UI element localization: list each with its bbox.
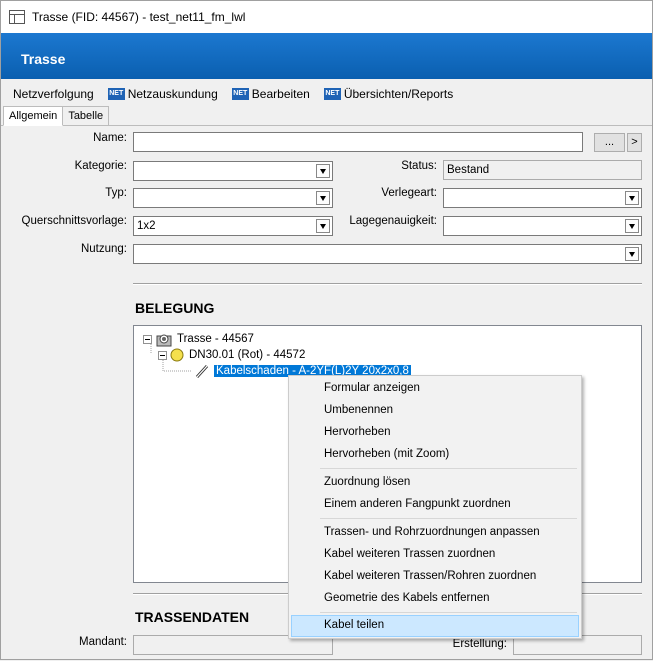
ctx-separator (320, 518, 577, 519)
form-banner: Trasse (1, 33, 652, 79)
context-menu: Formular anzeigen Umbenennen Hervorheben… (288, 375, 582, 639)
typ-select[interactable] (133, 188, 333, 208)
ctx-zuordnungen-anpassen[interactable]: Trassen- und Rohrzuordnungen anpassen (291, 522, 579, 544)
chevron-down-icon[interactable] (625, 191, 639, 205)
collapse-icon[interactable] (158, 350, 167, 360)
ctx-zuordnung-loesen[interactable]: Zuordnung lösen (291, 472, 579, 494)
belegung-title: BELEGUNG (135, 300, 215, 316)
browse-button[interactable]: ... (594, 133, 625, 152)
collapse-icon[interactable] (143, 334, 152, 344)
net-icon: NET (231, 88, 249, 100)
verlegeart-label: Verlegeart: (381, 187, 437, 199)
erstellung-label: Erstellung: (452, 638, 507, 650)
lagegenau-select[interactable] (443, 216, 642, 236)
menu-uebersichten-reports[interactable]: NET Übersichten/Reports (323, 87, 454, 101)
tab-allgemein[interactable]: Allgemein (3, 106, 64, 126)
menu-uebersichten-label: Übersichten/Reports (343, 87, 454, 101)
mandant-label: Mandant: (79, 636, 127, 648)
menu-bearbeiten-label: Bearbeiten (251, 87, 310, 101)
nutzung-select[interactable] (133, 244, 642, 264)
querschnitt-label: Querschnittsvorlage: (21, 215, 127, 227)
ctx-formular-anzeigen[interactable]: Formular anzeigen (291, 378, 579, 400)
tree-node-rohr-label: DN30.01 (Rot) - 44572 (189, 349, 306, 361)
divider (133, 283, 642, 285)
ctx-hervorheben[interactable]: Hervorheben (291, 422, 579, 444)
kategorie-select[interactable] (133, 161, 333, 181)
nutzung-label: Nutzung: (80, 243, 127, 255)
verlegeart-select[interactable] (443, 188, 642, 208)
kategorie-label: Kategorie: (74, 160, 127, 172)
menu-netzverfolgung-label: Netzverfolgung (13, 87, 94, 101)
net-icon: NET (107, 88, 125, 100)
ctx-kabel-trassen-zuordnen[interactable]: Kabel weiteren Trassen zuordnen (291, 544, 579, 566)
name-label: Name: (93, 132, 127, 144)
querschnitt-select[interactable]: 1x2 (133, 216, 333, 236)
ctx-fangpunkt-zuordnen[interactable]: Einem anderen Fangpunkt zuordnen (291, 494, 579, 516)
cable-icon (195, 364, 209, 379)
typ-label: Typ: (105, 187, 127, 199)
tree-node-trasse-label: Trasse - 44567 (177, 333, 254, 345)
ctx-hervorheben-zoom[interactable]: Hervorheben (mit Zoom) (291, 444, 579, 466)
querschnitt-value: 1x2 (137, 220, 156, 232)
trasse-node-icon (156, 334, 172, 347)
net-icon: NET (323, 88, 341, 100)
trasse-window: Trasse (FID: 44567) - test_net11_fm_lwl … (0, 0, 653, 660)
ctx-separator (320, 468, 577, 469)
chevron-down-icon[interactable] (625, 219, 639, 233)
chevron-down-icon[interactable] (316, 164, 330, 178)
lagegenau-label: Lagegenauigkeit: (349, 215, 437, 227)
status-field: Bestand (443, 160, 642, 180)
menu-netzauskundung[interactable]: NET Netzauskundung (107, 87, 218, 101)
title-bar: Trasse (FID: 44567) - test_net11_fm_lwl (1, 1, 652, 33)
menu-bearbeiten[interactable]: NET Bearbeiten (231, 87, 310, 101)
banner-title: Trasse (21, 51, 66, 67)
chevron-down-icon[interactable] (625, 247, 639, 261)
tab-tabelle[interactable]: Tabelle (62, 106, 110, 126)
tab-strip: Allgemein Tabelle (3, 106, 110, 126)
tree-node-rohr[interactable]: DN30.01 (Rot) - 44572 (158, 347, 305, 363)
tree-node-trasse[interactable]: Trasse - 44567 (143, 331, 254, 347)
chevron-down-icon[interactable] (316, 191, 330, 205)
ctx-umbenennen[interactable]: Umbenennen (291, 400, 579, 422)
menu-netzauskundung-label: Netzauskundung (127, 87, 218, 101)
ctx-separator (320, 612, 577, 613)
menu-netzverfolgung[interactable]: Netzverfolgung (13, 87, 94, 101)
ctx-geometrie-entfernen[interactable]: Geometrie des Kabels entfernen (291, 588, 579, 610)
name-field[interactable] (133, 132, 583, 152)
trassendaten-title: TRASSENDATEN (135, 609, 250, 625)
rohr-node-icon (170, 348, 184, 362)
table-window-icon (9, 10, 25, 24)
ctx-kabel-trassen-rohren-zuordnen[interactable]: Kabel weiteren Trassen/Rohren zuordnen (291, 566, 579, 588)
menu-bar: Netzverfolgung NET Netzauskundung NET Be… (1, 83, 652, 105)
window-title: Trasse (FID: 44567) - test_net11_fm_lwl (32, 10, 246, 24)
status-label: Status: (401, 160, 437, 172)
chevron-down-icon[interactable] (316, 219, 330, 233)
next-button[interactable]: > (627, 133, 642, 152)
ctx-kabel-teilen[interactable]: Kabel teilen (291, 615, 579, 637)
